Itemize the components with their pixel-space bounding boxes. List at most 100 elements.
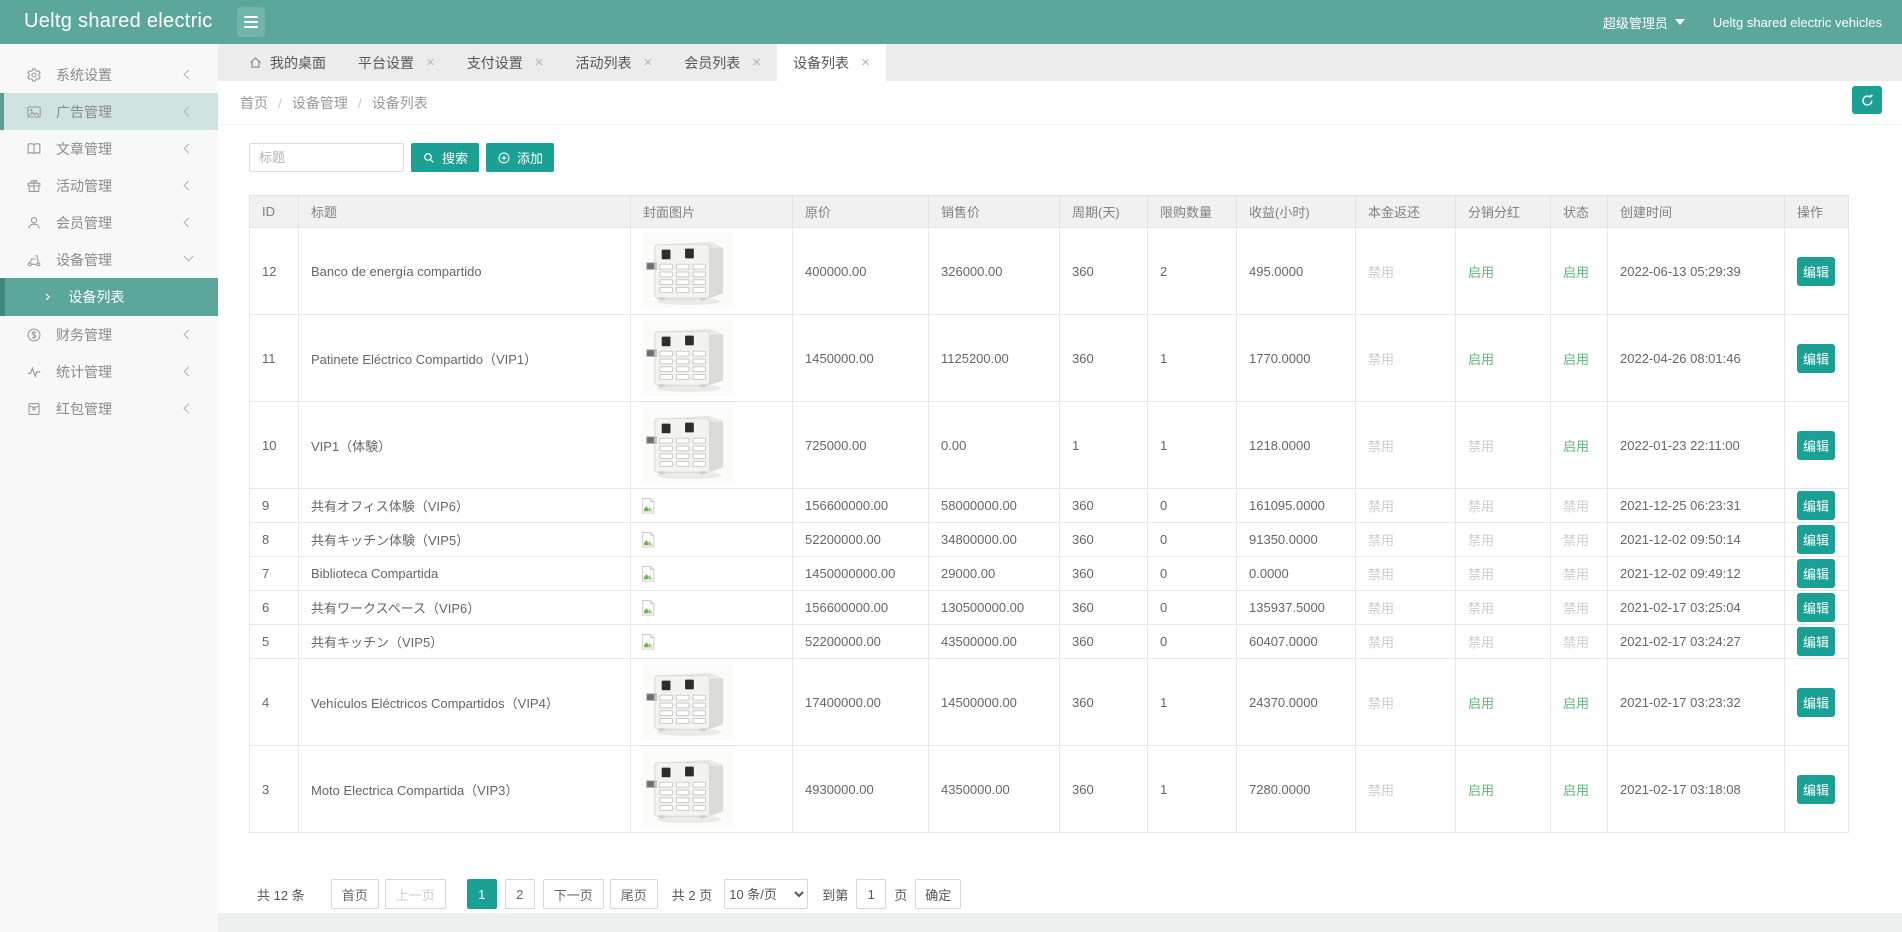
cell-income: 0.0000 bbox=[1237, 557, 1356, 591]
cell-title: VIP1（体験） bbox=[299, 402, 631, 489]
tab-platform-settings[interactable]: 平台设置× bbox=[342, 44, 451, 81]
sidebar-item-finance-management[interactable]: 财务管理 bbox=[0, 316, 218, 353]
cell-title: 共有オフィス体験（VIP6） bbox=[299, 489, 631, 523]
cell-id: 5 bbox=[250, 625, 299, 659]
device-photo bbox=[640, 407, 736, 483]
admin-dropdown[interactable]: 超级管理员 bbox=[1603, 13, 1685, 32]
cell-distribution: 启用 bbox=[1456, 659, 1551, 746]
refresh-button[interactable] bbox=[1852, 86, 1882, 114]
column-header: 限购数量 bbox=[1148, 196, 1237, 228]
sidebar-item-stats-management[interactable]: 统计管理 bbox=[0, 353, 218, 390]
sidebar-item-article-management[interactable]: 文章管理 bbox=[0, 130, 218, 167]
cell-cover-image bbox=[631, 659, 793, 746]
main-area: 我的桌面平台设置×支付设置×活动列表×会员列表×设备列表× 首页/设备管理/设备… bbox=[218, 44, 1902, 932]
broken-image-icon bbox=[640, 565, 657, 583]
cell-status: 禁用 bbox=[1551, 489, 1608, 523]
cell-principal-return: 禁用 bbox=[1356, 746, 1456, 833]
cell-sale-price: 0.00 bbox=[929, 402, 1060, 489]
tab-activity-list[interactable]: 活动列表× bbox=[560, 44, 669, 81]
table-row: 10VIP1（体験）725000.000.00111218.0000禁用禁用启用… bbox=[250, 402, 1849, 489]
search-input[interactable] bbox=[249, 143, 404, 172]
cell-income: 60407.0000 bbox=[1237, 625, 1356, 659]
cell-title: Biblioteca Compartida bbox=[299, 557, 631, 591]
tab-device-list[interactable]: 设备列表× bbox=[777, 44, 886, 81]
confirm-button[interactable]: 确定 bbox=[915, 879, 961, 909]
add-button[interactable]: 添加 bbox=[486, 143, 554, 172]
goto-page-input[interactable] bbox=[856, 879, 886, 909]
next-page-button[interactable]: 下一页 bbox=[543, 879, 604, 909]
cell-income: 495.0000 bbox=[1237, 228, 1356, 315]
sidebar-item-member-management[interactable]: 会员管理 bbox=[0, 204, 218, 241]
sidebar-item-redpacket-management[interactable]: 红包管理 bbox=[0, 390, 218, 427]
broken-image-icon bbox=[640, 497, 657, 515]
hamburger-menu-icon[interactable] bbox=[237, 7, 265, 37]
search-button[interactable]: 搜索 bbox=[411, 143, 479, 172]
cell-principal-return: 禁用 bbox=[1356, 659, 1456, 746]
edit-button[interactable]: 编辑 bbox=[1797, 559, 1835, 588]
first-page-button[interactable]: 首页 bbox=[331, 879, 379, 909]
edit-button[interactable]: 编辑 bbox=[1797, 627, 1835, 656]
column-header: 本金返还 bbox=[1356, 196, 1456, 228]
cell-status: 禁用 bbox=[1551, 591, 1608, 625]
sidebar-item-activity-management[interactable]: 活动管理 bbox=[0, 167, 218, 204]
chevron-left-icon bbox=[184, 218, 194, 228]
edit-button[interactable]: 编辑 bbox=[1797, 775, 1835, 804]
page-button-2[interactable]: 2 bbox=[505, 879, 535, 909]
sidebar-item-system-settings[interactable]: 系统设置 bbox=[0, 56, 218, 93]
close-icon[interactable]: × bbox=[535, 55, 544, 70]
cell-cover-image bbox=[631, 489, 793, 523]
tab-member-list[interactable]: 会员列表× bbox=[668, 44, 777, 81]
sidebar-item-device-management[interactable]: 设备管理 bbox=[0, 241, 218, 278]
page-button-1[interactable]: 1 bbox=[467, 879, 497, 909]
search-icon bbox=[422, 151, 436, 165]
cell-income: 1218.0000 bbox=[1237, 402, 1356, 489]
goto-label: 到第 bbox=[822, 885, 848, 904]
edit-button[interactable]: 编辑 bbox=[1797, 257, 1835, 286]
cell-original-price: 52200000.00 bbox=[793, 523, 929, 557]
close-icon[interactable]: × bbox=[426, 55, 435, 70]
broken-image-icon bbox=[640, 599, 657, 617]
total-pages-label: 共 2 页 bbox=[672, 885, 712, 904]
cell-title: Patinete Eléctrico Compartido（VIP1） bbox=[299, 315, 631, 402]
cell-income: 161095.0000 bbox=[1237, 489, 1356, 523]
cell-period: 360 bbox=[1060, 315, 1148, 402]
cell-action: 编辑 bbox=[1785, 659, 1849, 746]
breadcrumb-link[interactable]: 设备管理 bbox=[292, 93, 348, 113]
page-size-select[interactable]: 10 条/页 bbox=[724, 879, 808, 909]
sidebar-item-device-list[interactable]: ›设备列表 bbox=[0, 278, 218, 316]
device-list-page: Ueltg shared electric 超级管理员 Ueltg shared… bbox=[0, 0, 1902, 932]
close-icon[interactable]: × bbox=[644, 55, 653, 70]
edit-button[interactable]: 编辑 bbox=[1797, 491, 1835, 520]
last-page-button[interactable]: 尾页 bbox=[610, 879, 658, 909]
cell-title: Vehículos Eléctricos Compartidos（VIP4） bbox=[299, 659, 631, 746]
edit-button[interactable]: 编辑 bbox=[1797, 593, 1835, 622]
column-header: 销售价 bbox=[929, 196, 1060, 228]
edit-button[interactable]: 编辑 bbox=[1797, 525, 1835, 554]
cell-income: 91350.0000 bbox=[1237, 523, 1356, 557]
cell-original-price: 52200000.00 bbox=[793, 625, 929, 659]
cell-status: 禁用 bbox=[1551, 625, 1608, 659]
tab-my-desktop[interactable]: 我的桌面 bbox=[232, 44, 342, 81]
cell-id: 7 bbox=[250, 557, 299, 591]
edit-button[interactable]: 编辑 bbox=[1797, 431, 1835, 460]
edit-button[interactable]: 编辑 bbox=[1797, 344, 1835, 373]
cell-created-at: 2022-06-13 05:29:39 bbox=[1608, 228, 1785, 315]
cell-cover-image bbox=[631, 402, 793, 489]
close-icon[interactable]: × bbox=[861, 55, 870, 70]
chevron-left-icon bbox=[184, 107, 194, 117]
cell-created-at: 2022-01-23 22:11:00 bbox=[1608, 402, 1785, 489]
close-icon[interactable]: × bbox=[752, 55, 761, 70]
table-row: 3Moto Electrica Compartida（VIP3）4930000.… bbox=[250, 746, 1849, 833]
cell-action: 编辑 bbox=[1785, 523, 1849, 557]
chevron-left-icon bbox=[184, 144, 194, 154]
breadcrumb-link[interactable]: 首页 bbox=[240, 93, 268, 113]
sidebar-item-ad-management[interactable]: 广告管理 bbox=[0, 93, 218, 130]
app-title: Ueltg shared electric bbox=[24, 10, 213, 33]
tab-payment-settings[interactable]: 支付设置× bbox=[451, 44, 560, 81]
column-header: 标题 bbox=[299, 196, 631, 228]
cell-action: 编辑 bbox=[1785, 402, 1849, 489]
edit-button[interactable]: 编辑 bbox=[1797, 688, 1835, 717]
cell-sale-price: 14500000.00 bbox=[929, 659, 1060, 746]
sidebar-item-label: 系统设置 bbox=[56, 65, 112, 85]
broken-image-icon bbox=[640, 633, 657, 651]
